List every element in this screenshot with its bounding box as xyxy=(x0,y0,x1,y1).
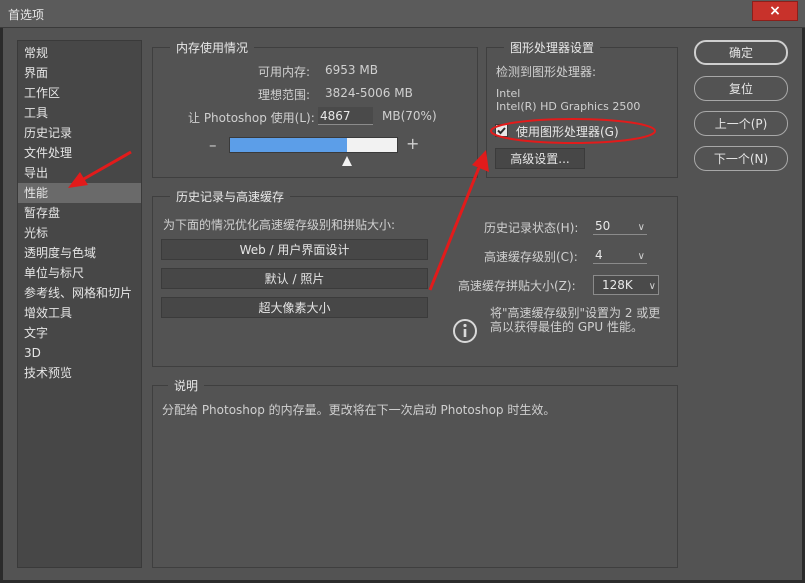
close-button[interactable]: × xyxy=(752,1,798,21)
sidebar-item-history[interactable]: 历史记录 xyxy=(18,123,141,143)
advanced-settings-button[interactable]: 高级设置... xyxy=(495,148,585,169)
chevron-down-icon: ∨ xyxy=(648,281,656,292)
cache-levels-label: 高速缓存级别(C): xyxy=(484,250,578,264)
history-states-select[interactable]: 50 ∨ xyxy=(593,217,647,235)
available-memory-value: 6953 MB xyxy=(325,63,378,77)
memory-slider-thumb[interactable] xyxy=(341,155,352,166)
title-bar xyxy=(0,0,805,28)
sidebar-item-workspace[interactable]: 工作区 xyxy=(18,83,141,103)
memory-use-unit: MB(70%) xyxy=(382,109,437,123)
sidebar-item-general[interactable]: 常规 xyxy=(18,43,141,63)
ok-button[interactable]: 确定 xyxy=(694,40,788,65)
plus-icon[interactable]: + xyxy=(406,134,419,153)
sidebar-item-file-handling[interactable]: 文件处理 xyxy=(18,143,141,163)
tile-size-label: 高速缓存拼贴大小(Z): xyxy=(458,279,576,293)
gpu-group-title: 图形处理器设置 xyxy=(504,39,601,56)
gpu-tip-line2: 高以获得最佳的 GPU 性能。 xyxy=(490,320,643,334)
info-icon xyxy=(452,318,478,344)
reset-button[interactable]: 复位 xyxy=(694,76,788,101)
sidebar-item-3d[interactable]: 3D xyxy=(18,343,141,363)
prev-button[interactable]: 上一个(P) xyxy=(694,111,788,136)
gpu-vendor: Intel xyxy=(496,87,521,100)
memory-use-label: 让 Photoshop 使用(L): xyxy=(188,111,315,125)
gpu-detected-label: 检测到图形处理器: xyxy=(496,65,597,79)
memory-group-title: 内存使用情况 xyxy=(170,39,255,56)
sidebar-item-units[interactable]: 单位与标尺 xyxy=(18,263,141,283)
cache-levels-value: 4 xyxy=(595,248,603,262)
default-photo-button[interactable]: 默认 / 照片 xyxy=(161,268,428,289)
ideal-range-value: 3824-5006 MB xyxy=(325,86,413,100)
history-states-label: 历史记录状态(H): xyxy=(484,221,579,235)
huge-pixel-size-button[interactable]: 超大像素大小 xyxy=(161,297,428,318)
window-title: 首选项 xyxy=(8,8,45,22)
history-cache-title: 历史记录与高速缓存 xyxy=(170,188,291,205)
available-memory-label: 可用内存: xyxy=(258,65,311,79)
sidebar-item-tools[interactable]: 工具 xyxy=(18,103,141,123)
memory-slider-fill xyxy=(230,138,347,152)
sidebar-item-tech-preview[interactable]: 技术预览 xyxy=(18,363,141,383)
web-ui-design-button[interactable]: Web / 用户界面设计 xyxy=(161,239,428,260)
sidebar-item-guides[interactable]: 参考线、网格和切片 xyxy=(18,283,141,303)
sidebar-item-plugins[interactable]: 增效工具 xyxy=(18,303,141,323)
description-title: 说明 xyxy=(168,377,205,394)
sidebar-item-interface[interactable]: 界面 xyxy=(18,63,141,83)
use-gpu-checkbox[interactable] xyxy=(495,124,508,137)
memory-slider[interactable] xyxy=(229,137,398,153)
sidebar: 常规 界面 工作区 工具 历史记录 文件处理 导出 性能 暂存盘 光标 透明度与… xyxy=(17,40,142,568)
sidebar-item-scratch-disks[interactable]: 暂存盘 xyxy=(18,203,141,223)
chevron-down-icon: ∨ xyxy=(637,222,645,233)
sidebar-item-transparency[interactable]: 透明度与色域 xyxy=(18,243,141,263)
close-icon: × xyxy=(769,3,781,19)
tile-size-select[interactable]: 128K ∨ xyxy=(593,275,659,295)
description-text: 分配给 Photoshop 的内存量。更改将在下一次启动 Photoshop 时… xyxy=(162,403,556,417)
sidebar-item-type[interactable]: 文字 xyxy=(18,323,141,343)
use-gpu-label[interactable]: 使用图形处理器(G) xyxy=(516,123,619,140)
optimize-label: 为下面的情况优化高速缓存级别和拼贴大小: xyxy=(163,218,396,232)
sidebar-item-export[interactable]: 导出 xyxy=(18,163,141,183)
minus-icon[interactable]: – xyxy=(209,136,217,154)
checkmark-icon xyxy=(497,127,506,135)
memory-use-input[interactable]: 4867 xyxy=(318,107,373,125)
sidebar-item-performance[interactable]: 性能 xyxy=(18,183,141,203)
next-button[interactable]: 下一个(N) xyxy=(694,146,788,171)
tile-size-value: 128K xyxy=(602,278,633,292)
cache-levels-select[interactable]: 4 ∨ xyxy=(593,246,647,264)
gpu-model: Intel(R) HD Graphics 2500 xyxy=(496,100,641,113)
sidebar-item-cursors[interactable]: 光标 xyxy=(18,223,141,243)
ideal-range-label: 理想范围: xyxy=(258,88,311,102)
chevron-down-icon: ∨ xyxy=(637,251,645,262)
history-states-value: 50 xyxy=(595,219,611,233)
